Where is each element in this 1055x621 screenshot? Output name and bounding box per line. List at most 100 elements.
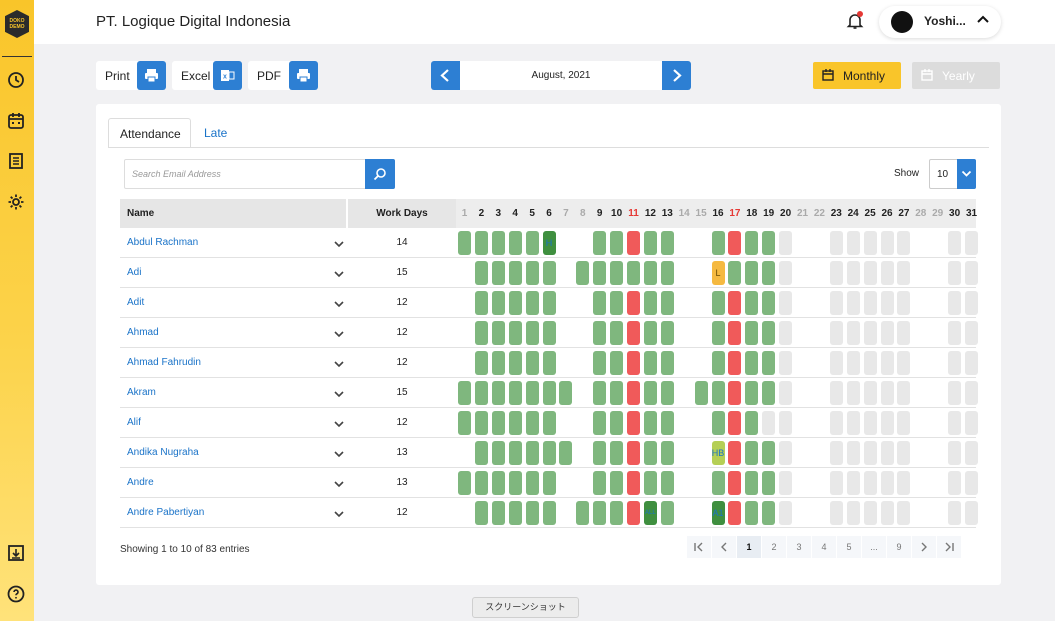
attendance-cell[interactable]	[627, 321, 640, 345]
attendance-cell[interactable]	[880, 321, 894, 345]
attendance-cell[interactable]	[728, 291, 742, 315]
employee-name-link[interactable]: Ahmad Fahrudin	[127, 357, 201, 368]
attendance-cell[interactable]	[610, 351, 624, 375]
attendance-cell[interactable]	[711, 471, 725, 495]
attendance-cell[interactable]	[846, 291, 860, 315]
attendance-cell[interactable]	[762, 441, 776, 465]
attendance-cell[interactable]	[880, 261, 894, 285]
attendance-cell[interactable]	[610, 381, 624, 405]
attendance-cell[interactable]	[948, 351, 962, 375]
attendance-cell[interactable]	[593, 351, 607, 375]
attendance-cell[interactable]	[660, 381, 674, 405]
attendance-cell[interactable]: HB	[711, 441, 725, 465]
attendance-cell[interactable]	[897, 501, 911, 525]
attendance-cell[interactable]	[491, 471, 505, 495]
attendance-cell[interactable]	[762, 471, 776, 495]
page-button[interactable]: ...	[862, 536, 886, 558]
attendance-cell[interactable]	[863, 411, 877, 435]
attendance-cell[interactable]	[846, 501, 860, 525]
attendance-cell[interactable]	[779, 351, 793, 375]
attendance-cell[interactable]	[491, 381, 505, 405]
attendance-cell[interactable]	[880, 231, 894, 255]
page-button[interactable]: 9	[887, 536, 911, 558]
attendance-cell[interactable]	[491, 231, 505, 255]
attendance-cell[interactable]	[643, 411, 657, 435]
attendance-cell[interactable]	[627, 231, 640, 255]
attendance-cell[interactable]	[863, 351, 877, 375]
attendance-cell[interactable]: H	[542, 231, 556, 255]
attendance-cell[interactable]	[779, 441, 793, 465]
attendance-cell[interactable]	[745, 291, 759, 315]
next-page-button[interactable]	[912, 536, 936, 558]
attendance-cell[interactable]	[965, 471, 978, 495]
attendance-cell[interactable]	[897, 381, 911, 405]
attendance-cell[interactable]	[458, 411, 471, 435]
attendance-cell[interactable]: ALL	[643, 501, 657, 525]
attendance-cell[interactable]	[779, 231, 793, 255]
attendance-cell[interactable]	[474, 381, 488, 405]
attendance-cell[interactable]	[627, 441, 640, 465]
attendance-cell[interactable]	[829, 351, 843, 375]
attendance-cell[interactable]	[694, 381, 708, 405]
attendance-cell[interactable]	[542, 261, 556, 285]
yearly-button[interactable]: Yearly	[912, 62, 1000, 89]
chevron-down-icon[interactable]	[333, 357, 345, 369]
attendance-cell[interactable]	[508, 321, 522, 345]
screenshot-button[interactable]: スクリーンショット	[472, 597, 579, 618]
attendance-cell[interactable]	[458, 381, 471, 405]
attendance-cell[interactable]	[779, 501, 793, 525]
attendance-cell[interactable]	[660, 441, 674, 465]
attendance-cell[interactable]	[965, 381, 978, 405]
attendance-cell[interactable]	[660, 471, 674, 495]
attendance-cell[interactable]	[965, 351, 978, 375]
attendance-cell[interactable]	[627, 501, 640, 525]
attendance-cell[interactable]	[897, 411, 911, 435]
attendance-cell[interactable]	[508, 261, 522, 285]
chevron-down-icon[interactable]	[333, 447, 345, 459]
attendance-cell[interactable]	[762, 291, 776, 315]
attendance-cell[interactable]	[779, 411, 793, 435]
attendance-cell[interactable]	[491, 501, 505, 525]
chevron-down-icon[interactable]	[333, 507, 345, 519]
attendance-cell[interactable]	[897, 351, 911, 375]
attendance-cell[interactable]	[559, 381, 573, 405]
attendance-cell[interactable]	[728, 471, 742, 495]
attendance-cell[interactable]	[897, 261, 911, 285]
attendance-cell[interactable]	[711, 291, 725, 315]
attendance-cell[interactable]	[660, 231, 674, 255]
attendance-cell[interactable]	[846, 231, 860, 255]
attendance-cell[interactable]	[525, 261, 539, 285]
attendance-cell[interactable]	[660, 291, 674, 315]
attendance-cell[interactable]	[846, 261, 860, 285]
attendance-cell[interactable]	[728, 441, 742, 465]
employee-name-link[interactable]: Alif	[127, 417, 141, 428]
attendance-cell[interactable]	[593, 321, 607, 345]
page-button[interactable]: 5	[837, 536, 861, 558]
list-icon[interactable]	[7, 152, 25, 170]
attendance-cell[interactable]	[965, 411, 978, 435]
attendance-cell[interactable]	[576, 261, 590, 285]
attendance-cell[interactable]	[829, 501, 843, 525]
attendance-cell[interactable]	[660, 321, 674, 345]
attendance-cell[interactable]	[948, 501, 962, 525]
attendance-cell[interactable]	[593, 471, 607, 495]
attendance-cell[interactable]	[728, 231, 742, 255]
attendance-cell[interactable]	[965, 501, 978, 525]
attendance-cell[interactable]	[593, 291, 607, 315]
chevron-down-icon[interactable]	[333, 297, 345, 309]
attendance-cell[interactable]	[762, 231, 776, 255]
attendance-cell[interactable]	[897, 291, 911, 315]
attendance-cell[interactable]	[948, 231, 962, 255]
attendance-cell[interactable]	[846, 441, 860, 465]
attendance-cell[interactable]	[576, 501, 590, 525]
print-button[interactable]: Print	[96, 61, 166, 90]
attendance-cell[interactable]	[846, 321, 860, 345]
attendance-cell[interactable]	[745, 411, 759, 435]
attendance-cell[interactable]	[660, 261, 674, 285]
attendance-cell[interactable]	[491, 321, 505, 345]
attendance-cell[interactable]	[525, 321, 539, 345]
chevron-down-icon[interactable]	[333, 267, 345, 279]
attendance-cell[interactable]	[542, 291, 556, 315]
attendance-cell[interactable]	[508, 291, 522, 315]
attendance-cell[interactable]	[779, 321, 793, 345]
